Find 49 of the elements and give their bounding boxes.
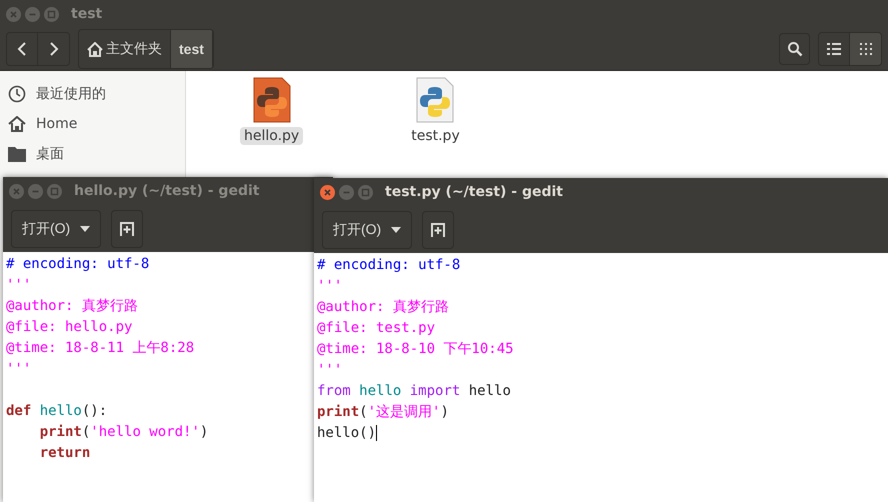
file-name[interactable]: test.py <box>407 127 464 145</box>
code-line: @file: test.py <box>317 319 436 338</box>
window-title: test <box>71 6 102 22</box>
code-line: hello() <box>317 424 376 443</box>
code-line: ''' <box>317 361 342 380</box>
window-title: hello.py (~/test) - gedit <box>74 183 260 199</box>
code-line: @author: 真梦行路 <box>6 297 138 316</box>
python-file-icon[interactable] <box>416 77 454 123</box>
code-line: ''' <box>6 360 32 379</box>
code-line: ''' <box>317 277 342 296</box>
code-line: # encoding: utf-8 <box>317 256 460 275</box>
open-button[interactable]: 打开(O) <box>322 210 412 248</box>
code-line: def hello(): <box>6 402 108 421</box>
caret-icon <box>80 226 90 232</box>
grid-view-button[interactable] <box>850 33 881 65</box>
code-line: @file: hello.py <box>6 318 132 337</box>
grid-icon <box>860 43 872 55</box>
code-line: print('这是调用') <box>317 403 449 422</box>
home-icon <box>87 42 103 56</box>
open-button[interactable]: 打开(O) <box>11 210 102 248</box>
code-line: print('hello word!') <box>38 423 208 442</box>
new-tab-button[interactable] <box>422 210 454 248</box>
code-line: @time: 18-8-10 下午10:45 <box>317 340 514 359</box>
file-name[interactable]: hello.py <box>240 127 304 145</box>
sidebar-item[interactable]: Home <box>36 116 78 132</box>
code-line: @author: 真梦行路 <box>317 298 449 317</box>
chevron-left-icon <box>17 42 27 56</box>
new-tab-icon <box>430 222 446 236</box>
code-line: ''' <box>6 276 32 295</box>
close-icon[interactable] <box>320 184 335 200</box>
home-icon <box>8 116 26 132</box>
window-title: test.py (~/test) - gedit <box>385 184 563 200</box>
list-icon <box>827 43 841 55</box>
path-button[interactable]: test <box>171 30 213 68</box>
code-line: @time: 18-8-11 上午8:28 <box>6 339 194 358</box>
folder-icon <box>8 146 26 162</box>
code-line: # encoding: utf-8 <box>6 255 150 274</box>
caret-icon <box>391 226 402 232</box>
code-line: from hello import hello <box>317 382 511 401</box>
sidebar-item[interactable]: 最近使用的 <box>36 85 106 103</box>
new-tab-button[interactable] <box>111 210 144 248</box>
sidebar-item[interactable]: 桌面 <box>36 145 64 163</box>
search-button[interactable] <box>779 33 810 65</box>
python-file-icon[interactable] <box>252 77 291 123</box>
chevron-right-icon <box>48 42 58 56</box>
search-icon <box>786 41 802 57</box>
code-line: return <box>38 444 90 463</box>
clock-icon <box>8 85 26 103</box>
new-tab-icon <box>119 222 136 236</box>
